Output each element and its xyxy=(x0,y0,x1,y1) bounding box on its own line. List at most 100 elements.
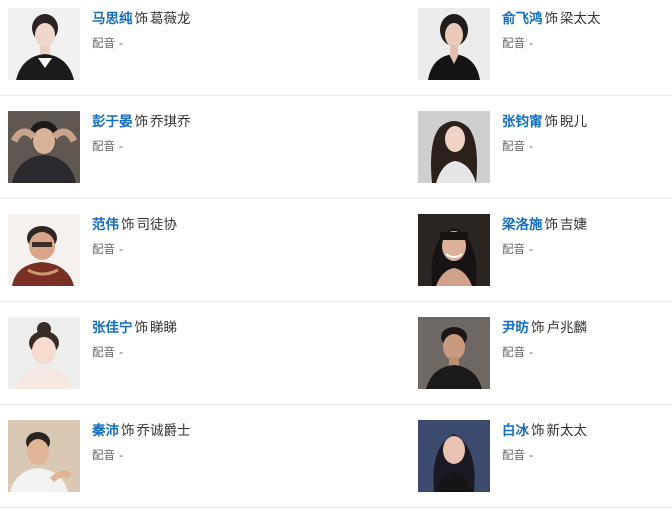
cast-row: 马思纯饰葛薇龙 配音 - 俞飞鸿饰梁太太 配音 - xyxy=(0,0,672,103)
role-name: 睇睇 xyxy=(150,320,177,336)
actor-name-link[interactable]: 梁洛施 xyxy=(502,217,543,233)
row-divider xyxy=(0,301,672,302)
role-separator: 饰 xyxy=(544,114,559,130)
cast-info: 白冰饰新太太 配音 - xyxy=(502,420,668,463)
dub-value: - xyxy=(119,36,124,50)
cast-card: 马思纯饰葛薇龙 配音 - xyxy=(8,8,338,82)
dub-value: - xyxy=(119,448,124,462)
dub-label: 配音 xyxy=(92,36,115,50)
actor-name-link[interactable]: 马思纯 xyxy=(92,11,133,27)
actor-photo-image xyxy=(8,111,80,183)
role-name: 乔琪乔 xyxy=(150,114,191,130)
cast-info: 梁洛施饰吉婕 配音 - xyxy=(502,214,668,257)
role-name: 吉婕 xyxy=(560,217,587,233)
actor-photo[interactable] xyxy=(8,111,80,183)
cast-row: 彭于晏饰乔琪乔 配音 - 张钧甯饰睨儿 配音 - xyxy=(0,103,672,206)
role-name: 葛薇龙 xyxy=(150,11,191,27)
cast-card: 梁洛施饰吉婕 配音 - xyxy=(418,214,668,288)
actor-photo[interactable] xyxy=(418,317,490,389)
dub-value: - xyxy=(529,242,534,256)
role-separator: 饰 xyxy=(134,11,149,27)
actor-photo[interactable] xyxy=(8,317,80,389)
dub-line: 配音 - xyxy=(92,448,338,463)
role-separator: 饰 xyxy=(544,11,559,27)
cast-card: 彭于晏饰乔琪乔 配音 - xyxy=(8,111,338,185)
role-name: 卢兆麟 xyxy=(546,320,588,336)
role-separator: 饰 xyxy=(531,320,545,336)
dub-label: 配音 xyxy=(502,242,525,256)
cast-credit: 张钧甯饰睨儿 xyxy=(502,113,668,131)
cast-credit: 尹昉饰卢兆麟 xyxy=(502,319,668,337)
cast-credit: 范伟饰司徒协 xyxy=(92,216,338,234)
role-name: 梁太太 xyxy=(560,11,601,27)
dub-line: 配音 - xyxy=(502,36,668,51)
actor-photo[interactable] xyxy=(418,420,490,492)
cast-credit: 秦沛饰乔诚爵士 xyxy=(92,422,338,440)
cast-card: 尹昉饰卢兆麟 配音 - xyxy=(418,317,668,391)
dub-label: 配音 xyxy=(502,139,525,153)
dub-label: 配音 xyxy=(502,36,525,50)
actor-photo[interactable] xyxy=(418,214,490,286)
dub-line: 配音 - xyxy=(92,36,338,51)
cast-row: 范伟饰司徒协 配音 - 梁洛施饰吉婕 配音 - xyxy=(0,206,672,309)
cast-info: 俞飞鸿饰梁太太 配音 - xyxy=(502,8,668,51)
cast-info: 马思纯饰葛薇龙 配音 - xyxy=(92,8,338,51)
dub-value: - xyxy=(119,345,124,359)
actor-name-link[interactable]: 张钧甯 xyxy=(502,114,543,130)
dub-line: 配音 - xyxy=(502,448,668,463)
actor-photo[interactable] xyxy=(8,214,80,286)
actor-photo-image xyxy=(8,8,80,80)
role-separator: 饰 xyxy=(134,114,149,130)
actor-name-link[interactable]: 彭于晏 xyxy=(92,114,133,130)
role-name: 睨儿 xyxy=(560,114,587,130)
role-separator: 饰 xyxy=(544,217,559,233)
actor-photo-image xyxy=(8,214,80,286)
cast-info: 张佳宁饰睇睇 配音 - xyxy=(92,317,338,360)
dub-value: - xyxy=(529,345,534,359)
cast-card: 范伟饰司徒协 配音 - xyxy=(8,214,338,288)
cast-card: 张佳宁饰睇睇 配音 - xyxy=(8,317,338,391)
role-separator: 饰 xyxy=(121,423,135,439)
cast-info: 秦沛饰乔诚爵士 配音 - xyxy=(92,420,338,463)
actor-photo-image xyxy=(8,420,80,492)
dub-label: 配音 xyxy=(502,345,525,359)
actor-name-link[interactable]: 尹昉 xyxy=(502,320,529,336)
role-separator: 饰 xyxy=(121,217,135,233)
cast-info: 尹昉饰卢兆麟 配音 - xyxy=(502,317,668,360)
cast-credit: 俞飞鸿饰梁太太 xyxy=(502,10,668,28)
role-name: 新太太 xyxy=(546,423,588,439)
actor-name-link[interactable]: 张佳宁 xyxy=(92,320,133,336)
role-separator: 饰 xyxy=(531,423,545,439)
role-name: 乔诚爵士 xyxy=(136,423,191,439)
actor-name-link[interactable]: 秦沛 xyxy=(92,423,119,439)
actor-name-link[interactable]: 白冰 xyxy=(502,423,529,439)
actor-photo[interactable] xyxy=(418,8,490,80)
actor-photo[interactable] xyxy=(418,111,490,183)
actor-photo-image xyxy=(418,214,490,286)
cast-card: 秦沛饰乔诚爵士 配音 - xyxy=(8,420,338,494)
dub-line: 配音 - xyxy=(502,139,668,154)
dub-label: 配音 xyxy=(92,242,115,256)
actor-name-link[interactable]: 范伟 xyxy=(92,217,119,233)
dub-line: 配音 - xyxy=(92,139,338,154)
dub-value: - xyxy=(529,448,534,462)
actor-photo-image xyxy=(418,8,490,80)
actor-photo-image xyxy=(418,420,490,492)
actor-name-link[interactable]: 俞飞鸿 xyxy=(502,11,543,27)
cast-info: 张钧甯饰睨儿 配音 - xyxy=(502,111,668,154)
dub-line: 配音 - xyxy=(92,242,338,257)
actor-photo[interactable] xyxy=(8,420,80,492)
row-divider xyxy=(0,198,672,199)
dub-value: - xyxy=(119,139,124,153)
role-separator: 饰 xyxy=(134,320,149,336)
dub-value: - xyxy=(119,242,124,256)
cast-credit: 彭于晏饰乔琪乔 xyxy=(92,113,338,131)
cast-card: 张钧甯饰睨儿 配音 - xyxy=(418,111,668,185)
cast-credit: 马思纯饰葛薇龙 xyxy=(92,10,338,28)
role-name: 司徒协 xyxy=(136,217,178,233)
actor-photo[interactable] xyxy=(8,8,80,80)
cast-info: 范伟饰司徒协 配音 - xyxy=(92,214,338,257)
cast-credit: 白冰饰新太太 xyxy=(502,422,668,440)
row-divider xyxy=(0,95,672,96)
cast-credit: 张佳宁饰睇睇 xyxy=(92,319,338,337)
